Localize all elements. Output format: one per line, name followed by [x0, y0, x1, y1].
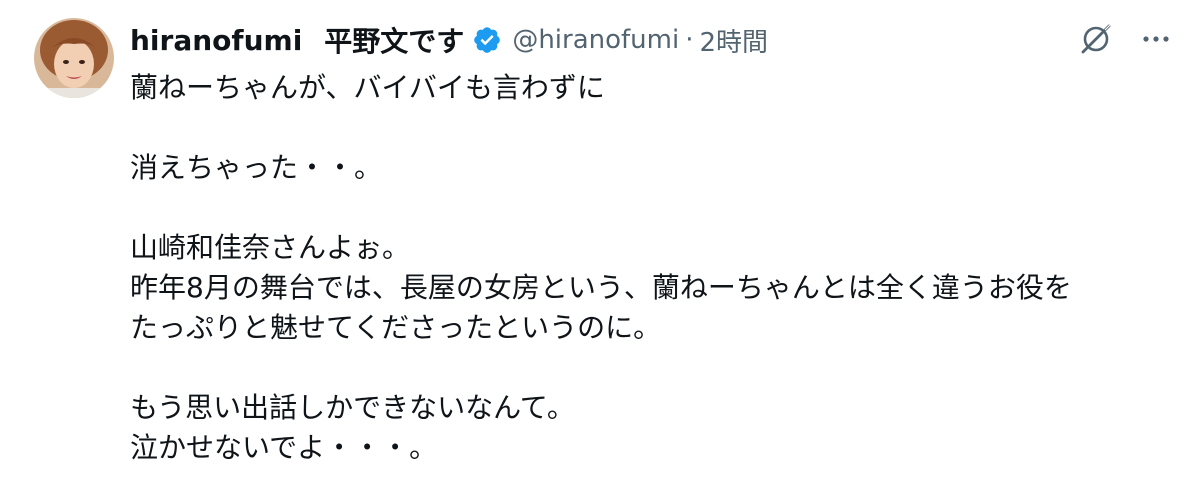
tweet-actions — [1079, 22, 1171, 56]
tweet-line: 山崎和佳奈さんよぉ。 — [130, 231, 411, 264]
tweet-line — [130, 348, 1170, 388]
verified-badge-icon[interactable] — [472, 25, 502, 55]
tweet-header: hiranofumi 平野文です @hiranofumi · 2時間 — [130, 18, 768, 62]
tweet-line: たっぷりと魅せてくださったというのに。 — [130, 311, 662, 344]
tweet-line: もう思い出話しかできないなんて。 — [130, 391, 575, 424]
author-display-name[interactable]: 平野文です — [324, 20, 464, 60]
grok-icon[interactable] — [1079, 22, 1113, 56]
tweet-line: 泣かせないでよ・・・。 — [130, 431, 438, 464]
tweet-line: 消えちゃった・・。 — [130, 151, 383, 184]
more-options-icon[interactable] — [1141, 34, 1171, 44]
author-handle[interactable]: @hiranofumi — [512, 25, 679, 55]
avatar[interactable] — [34, 18, 114, 98]
author-username[interactable]: hiranofumi — [130, 24, 302, 57]
meta-separator: · — [685, 25, 694, 55]
tweet-line — [130, 188, 1170, 228]
tweet-line — [130, 108, 1170, 148]
tweet-line: 昨年8月の舞台では、長屋の女房という、蘭ねーちゃんとは全く違うお役を — [130, 271, 1072, 304]
tweet-timestamp[interactable]: 2時間 — [699, 22, 768, 59]
tweet-text: 蘭ねーちゃんが、バイバイも言わずに 消えちゃった・・。 山崎和佳奈さんよぉ。 昨… — [130, 68, 1170, 468]
tweet-card: hiranofumi 平野文です @hiranofumi · 2時間 蘭ねーちゃ… — [0, 0, 1201, 491]
tweet-line: 蘭ねーちゃんが、バイバイも言わずに — [130, 71, 605, 104]
avatar-image — [34, 18, 114, 98]
